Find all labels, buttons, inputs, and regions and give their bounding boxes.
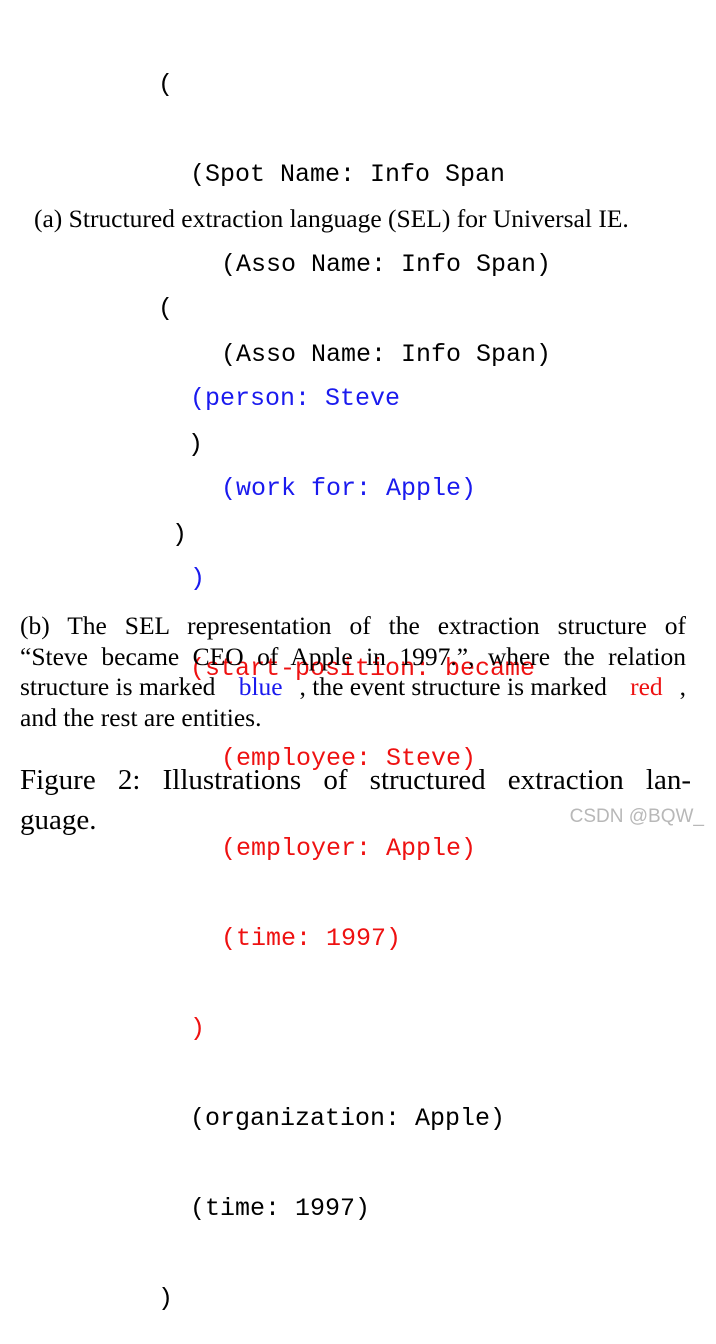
caption-b-line: structure is marked blue , the event stru… (20, 672, 686, 703)
caption-a: (a) Structured extraction language (SEL)… (34, 204, 629, 233)
red-keyword: red (630, 672, 663, 701)
entity-code-line: (organization: Apple) (190, 1104, 506, 1133)
relation-code-line: (person: Steve (190, 384, 401, 413)
figure-caption-line: Figure 2: Illustrations of structured ex… (20, 764, 691, 796)
code-line: ( (158, 294, 174, 323)
caption-b-line: “Steve became CEO of Apple in 1997.”, wh… (20, 641, 686, 671)
relation-code-line: ) (190, 564, 206, 593)
caption-b-line: and the rest are entities. (20, 702, 262, 732)
code-line: ( (158, 70, 174, 99)
caption-b-text: , (679, 672, 686, 701)
event-code-line: (time: 1997) (221, 924, 402, 953)
caption-b-text: , the event structure is marked (299, 672, 614, 701)
caption-b-line: (b) The SEL representation of the extrac… (20, 611, 686, 640)
code-line: (Spot Name: Info Span (190, 160, 506, 189)
event-code-line: ) (190, 1014, 206, 1043)
watermark: CSDN @BQW_ (569, 806, 704, 827)
blue-keyword: blue (238, 672, 283, 701)
caption-b: (b) The SEL representation of the extrac… (20, 611, 686, 733)
code-line: ) (158, 1284, 174, 1313)
figure-caption: Figure 2: Illustrations of structured ex… (20, 760, 691, 840)
entity-code-line: (time: 1997) (190, 1194, 371, 1223)
relation-code-line: (work for: Apple) (221, 474, 477, 503)
caption-b-text: structure is marked (20, 672, 222, 701)
